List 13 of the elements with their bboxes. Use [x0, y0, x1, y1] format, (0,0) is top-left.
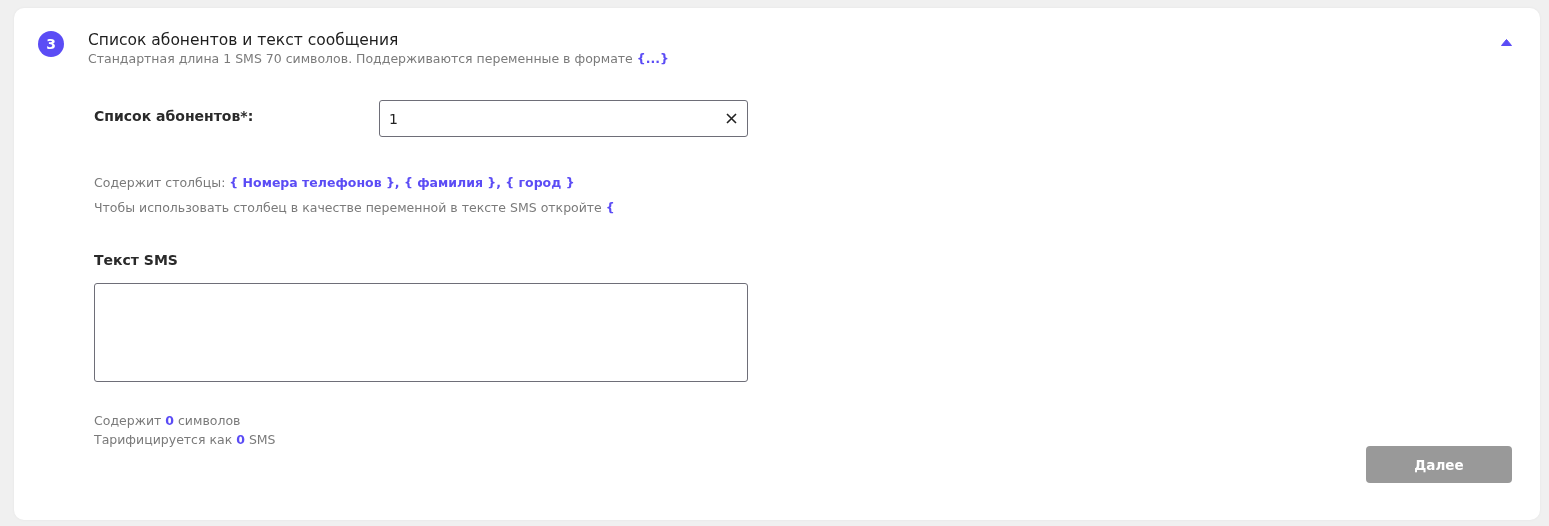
hint-text: Чтобы использовать столбец в качестве переменной в тексте SMS откройте { — [94, 199, 616, 217]
section-title: Список абонентов и текст сообщения — [88, 30, 400, 50]
step-number: 3 — [38, 31, 64, 57]
message-field[interactable] — [94, 283, 748, 382]
counter-text: Содержит 0 символов — [94, 412, 242, 430]
close-icon[interactable] — [726, 113, 737, 124]
hint-text: Содержит столбцы: { Номера телефонов }, { фамилия }, { город } — [94, 174, 576, 192]
field-label: Список абонентов*: — [94, 107, 255, 124]
field-label: Текст SMS — [94, 252, 179, 268]
section-subtitle: Стандартная длина 1 SMS 70 символов. Поддерживаются переменные в формате {...} — [88, 50, 670, 68]
input-field[interactable]: 1 — [379, 100, 748, 137]
caret-icon[interactable] — [1501, 39, 1512, 46]
counter-text: Тарифицируется как 0 SMS — [94, 431, 277, 449]
